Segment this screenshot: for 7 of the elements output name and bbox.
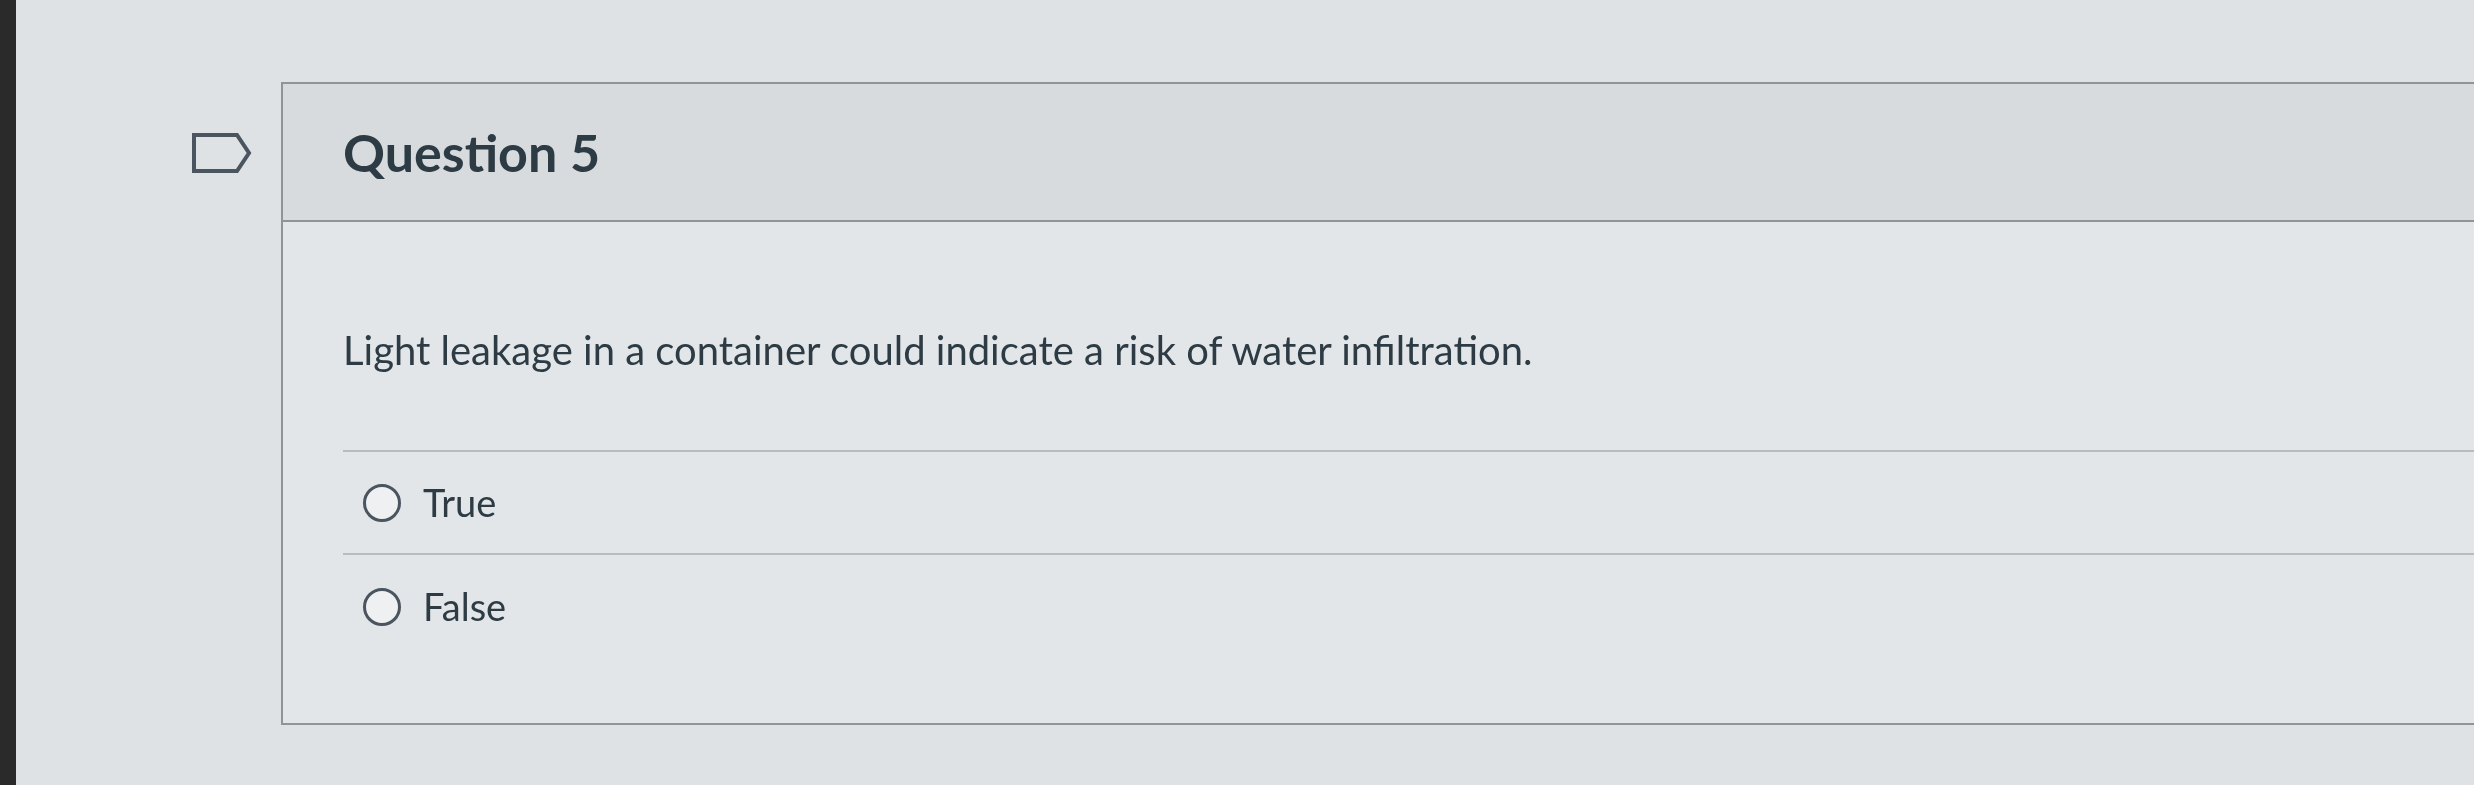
- question-title: Question 5: [343, 120, 601, 185]
- radio-button[interactable]: [363, 483, 401, 522]
- answer-option[interactable]: True: [363, 474, 497, 531]
- flag-icon[interactable]: [191, 132, 253, 174]
- answer-option[interactable]: False: [363, 578, 507, 635]
- radio-button[interactable]: [363, 587, 401, 626]
- question-text: Light leakage in a container could indicate a risk of water infiltration.: [343, 325, 1534, 376]
